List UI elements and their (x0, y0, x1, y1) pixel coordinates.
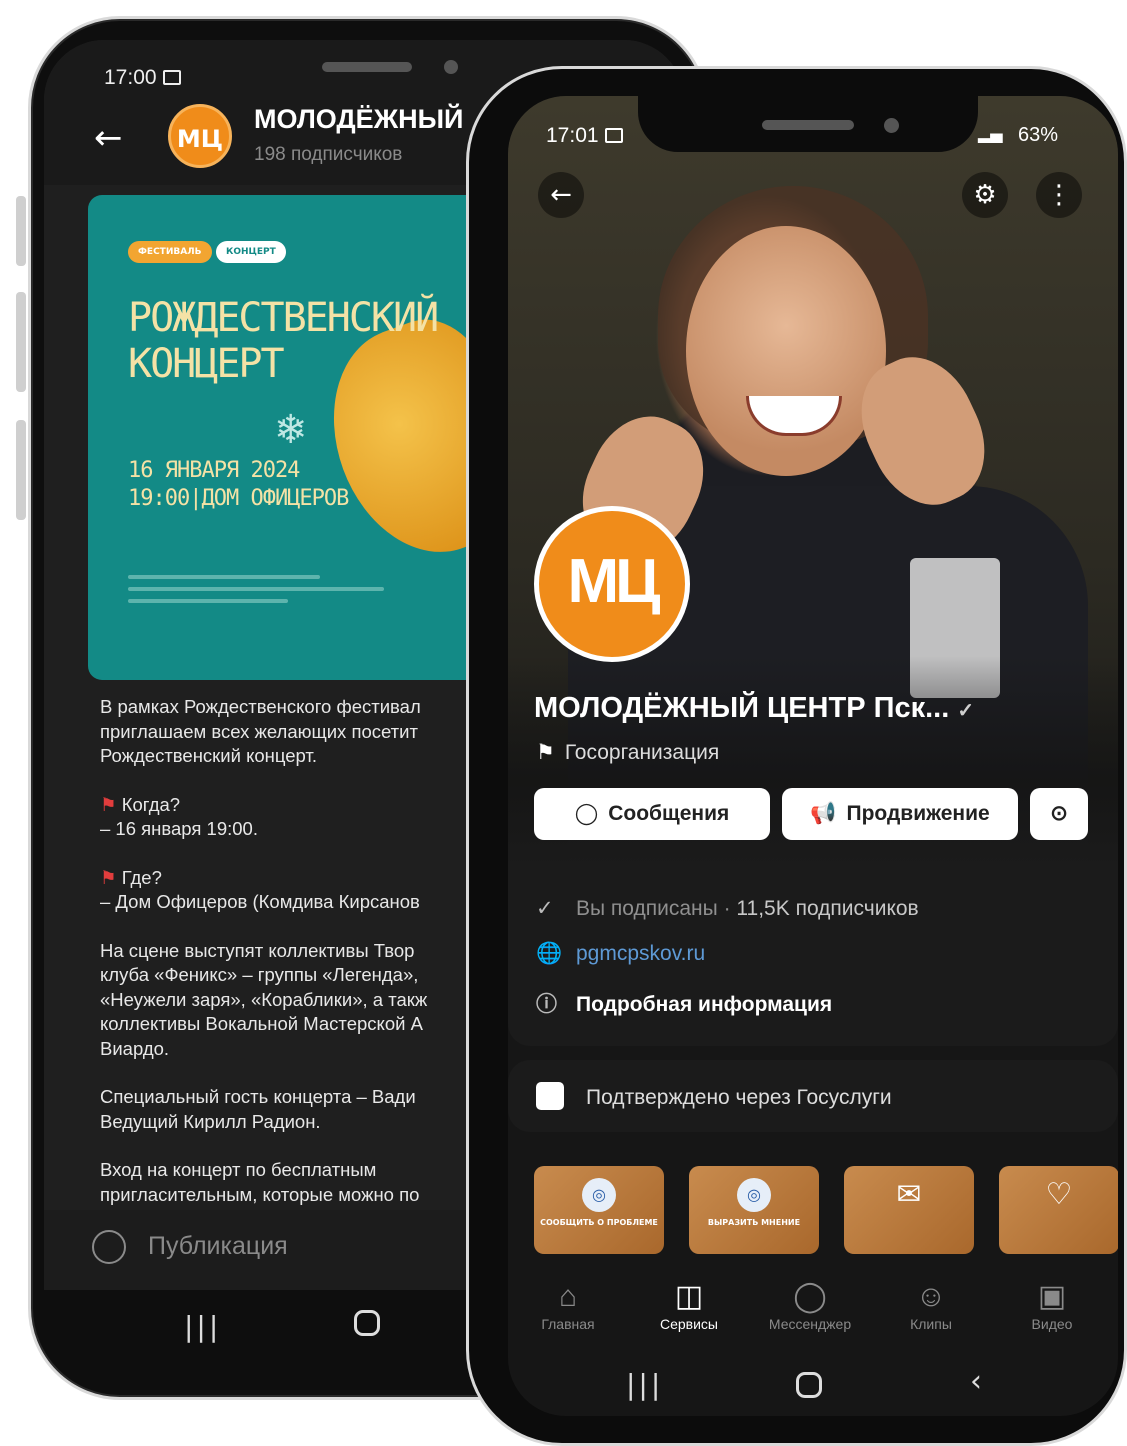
gear-icon[interactable]: ⚙ (962, 172, 1008, 218)
status-time: 17:00 (104, 66, 181, 90)
event-poster[interactable]: ФЕСТИВАЛЬ КОНЦЕРТ РОЖДЕСТВЕНСКИЙ КОНЦЕРТ… (88, 195, 508, 680)
tag-concert: КОНЦЕРТ (216, 241, 286, 263)
back-arrow-icon[interactable]: ← (538, 172, 584, 218)
recent-apps-icon[interactable]: ||| (626, 1368, 663, 1401)
services-icon: ◫ (674, 1280, 704, 1313)
snowflake-icon: ❄ (274, 407, 308, 453)
tab-video[interactable]: ▣ Видео (997, 1278, 1107, 1332)
gosuslugi-icon (536, 1082, 564, 1110)
recent-apps-icon[interactable]: ||| (184, 1310, 221, 1343)
subscriber-count: 198 подписчиков (254, 144, 403, 165)
flag-icon: ⚑ (100, 866, 117, 888)
speaker-grille (322, 62, 412, 72)
home-button-icon[interactable] (354, 1310, 380, 1336)
chat-icon: ◯ (793, 1280, 827, 1313)
community-type: ⚑ Госорганизация (536, 741, 720, 764)
photo-face (686, 226, 886, 476)
volume-button (16, 292, 26, 392)
front-phone-screen: 17:01 ▂▄ 63% ← ⚙ ⋮ МЦ МОЛОДЁЖНЫЙ ЦЕНТР П… (508, 96, 1118, 1416)
megaphone-icon: 📢 (810, 802, 837, 825)
poster-date: 16 ЯНВАРЯ 2024 19:00|ДОМ ОФИЦЕРОВ (128, 458, 349, 511)
share-arrow-icon: ⊙ (1050, 802, 1068, 825)
gosuslugi-icon: ◎ (737, 1178, 771, 1212)
poster-title: РОЖДЕСТВЕНСКИЙ КОНЦЕРТ (128, 295, 439, 387)
website-link[interactable]: 🌐 pgmcpskov.ru (536, 942, 705, 966)
community-avatar[interactable]: МЦ (534, 506, 690, 662)
globe-icon: 🌐 (536, 942, 563, 965)
community-title: МОЛОДЁЖНЫЙ (254, 104, 464, 134)
gosuslugi-icon: ◎ (582, 1178, 616, 1212)
service-tile-express-opinion[interactable]: ◎ ВЫРАЗИТЬ МНЕНИЕ (689, 1166, 819, 1254)
checkmark-icon: ✓ (957, 700, 975, 722)
status-time: 17:01 (546, 124, 623, 148)
bottom-tab-bar: ⌂ Главная ◫ Сервисы ◯ Мессенджер ☺ Клипы ▣ Ви… (508, 1264, 1118, 1344)
tab-home[interactable]: ⌂ Главная (513, 1278, 623, 1332)
more-vertical-icon[interactable]: ⋮ (1036, 172, 1082, 218)
flag-icon: ⚑ (536, 741, 555, 764)
publication-input[interactable]: Публикация (148, 1232, 288, 1261)
subscription-status[interactable]: ✓ Вы подписаны · 11,5K подписчиков (536, 896, 919, 921)
flag-icon: ⚑ (100, 793, 117, 815)
signal-icon: ▂▄ (978, 124, 1003, 143)
poster-fineprint (128, 575, 448, 611)
service-tile-report-problem[interactable]: ◎ СООБЩИТЬ О ПРОБЛЕМЕ (534, 1166, 664, 1254)
service-tile-handshake[interactable]: ♡ (999, 1166, 1118, 1254)
gosuslugi-verified: Подтверждено через Госуслуги (536, 1082, 892, 1110)
speaker-grille (762, 120, 854, 130)
handshake-icon: ♡ (1045, 1177, 1073, 1212)
home-icon: ⌂ (558, 1280, 578, 1313)
tab-messenger[interactable]: ◯ Мессенджер (755, 1278, 865, 1332)
services-tiles: ◎ СООБЩИТЬ О ПРОБЛЕМЕ ◎ ВЫРАЗИТЬ МНЕНИЕ … (534, 1166, 1118, 1256)
video-icon: ▣ (1037, 1280, 1067, 1313)
tab-clips[interactable]: ☺ Клипы (876, 1278, 986, 1332)
community-name: МОЛОДЁЖНЫЙ ЦЕНТР Пск... ✓ (534, 692, 975, 724)
power-button (16, 420, 26, 520)
messages-button[interactable]: ◯ Сообщения (534, 788, 770, 840)
front-system-nav: ||| ‹ (508, 1352, 1118, 1416)
details-link[interactable]: ⓘ Подробная информация (536, 988, 832, 1018)
camera-dot (884, 118, 899, 133)
clips-icon: ☺ (915, 1280, 947, 1313)
image-icon (162, 70, 181, 85)
service-tile-mail[interactable]: ✉ (844, 1166, 974, 1254)
community-logo[interactable]: МЦ (168, 104, 232, 168)
tab-services[interactable]: ◫ Сервисы (634, 1278, 744, 1332)
system-back-icon[interactable]: ‹ (970, 1364, 982, 1399)
checkmark-icon: ✓ (536, 897, 554, 920)
info-icon: ⓘ (536, 993, 557, 1016)
promotion-button[interactable]: 📢 Продвижение (782, 788, 1018, 840)
mail-icon: ✉ (896, 1177, 922, 1212)
image-icon (604, 128, 623, 143)
back-arrow-icon[interactable]: ← (94, 118, 123, 158)
chat-bubble-icon: ◯ (574, 802, 599, 825)
home-button-icon[interactable] (796, 1372, 822, 1398)
battery-level: 63% (1018, 124, 1059, 146)
emoji-icon[interactable] (92, 1230, 126, 1264)
camera-dot (444, 60, 458, 74)
volume-button (16, 196, 26, 266)
share-button[interactable]: ⊙ (1030, 788, 1088, 840)
tag-festival: ФЕСТИВАЛЬ (128, 241, 212, 263)
